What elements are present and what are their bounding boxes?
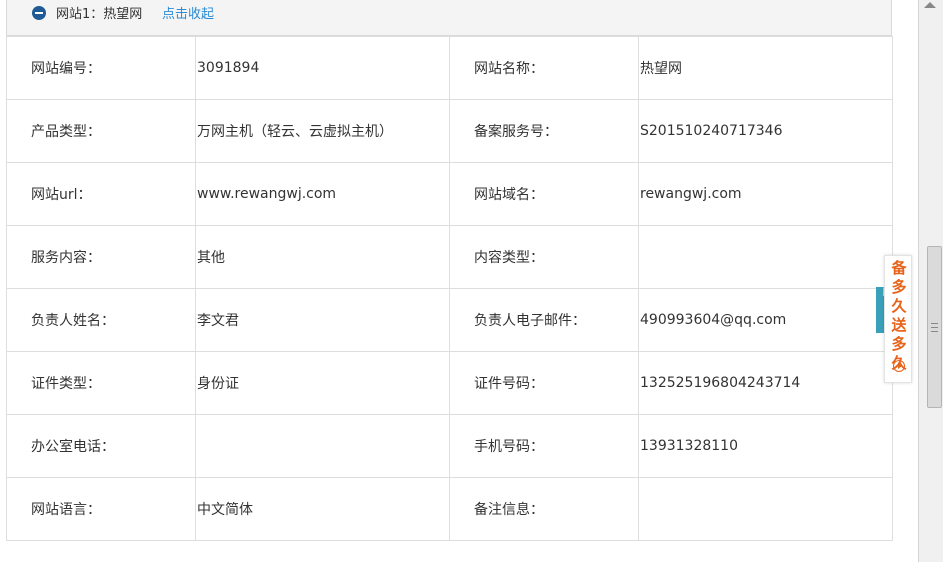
site-title: 网站1：热望网 bbox=[56, 7, 143, 22]
content-type-label: 内容类型： bbox=[449, 225, 639, 289]
site-url-value: www.rewangwj.com bbox=[195, 162, 450, 226]
product-type-label: 产品类型： bbox=[6, 99, 196, 163]
site-language-label: 网站语言： bbox=[6, 477, 196, 541]
owner-name-label: 负责人姓名： bbox=[6, 288, 196, 352]
id-number-value: 132525196804243714 bbox=[638, 351, 893, 415]
collapse-link[interactable]: 点击收起 bbox=[162, 3, 214, 22]
site-id-value: 3091894 bbox=[195, 36, 450, 100]
site-name-label: 网站名称： bbox=[449, 36, 639, 100]
scrollbar-thumb[interactable] bbox=[927, 246, 942, 408]
owner-email-label: 负责人电子邮件： bbox=[449, 288, 639, 352]
filing-service-number-label: 备案服务号： bbox=[449, 99, 639, 163]
table-row: 服务内容： 其他 内容类型： bbox=[6, 225, 893, 289]
collapse-icon[interactable] bbox=[32, 6, 46, 20]
site-url-label: 网站url： bbox=[6, 162, 196, 226]
service-content-label: 服务内容： bbox=[6, 225, 196, 289]
table-row: 负责人姓名： 李文君 负责人电子邮件： 490993604@qq.com bbox=[6, 288, 893, 352]
owner-email-value: 490993604@qq.com bbox=[638, 288, 893, 352]
site-domain-value: rewangwj.com bbox=[638, 162, 893, 226]
remarks-value bbox=[638, 477, 893, 541]
site-id-label: 网站编号： bbox=[6, 36, 196, 100]
id-type-value: 身份证 bbox=[195, 351, 450, 415]
remarks-label: 备注信息： bbox=[449, 477, 639, 541]
table-row: 网站语言： 中文简体 备注信息： bbox=[6, 477, 893, 541]
site-domain-label: 网站域名： bbox=[449, 162, 639, 226]
grip-icon bbox=[931, 323, 938, 332]
site-language-value: 中文简体 bbox=[195, 477, 450, 541]
table-row: 办公室电话： 手机号码： 13931328110 bbox=[6, 414, 893, 478]
table-row: 网站编号： 3091894 网站名称： 热望网 bbox=[6, 36, 893, 100]
mobile-number-value: 13931328110 bbox=[638, 414, 893, 478]
owner-name-value: 李文君 bbox=[195, 288, 450, 352]
id-type-label: 证件类型： bbox=[6, 351, 196, 415]
mobile-number-label: 手机号码： bbox=[449, 414, 639, 478]
promo-text: 备多久送多久 bbox=[891, 259, 907, 372]
service-content-value: 其他 bbox=[195, 225, 450, 289]
website-info-table: 网站编号： 3091894 网站名称： 热望网 产品类型： 万网主机（轻云、云虚… bbox=[6, 36, 893, 541]
website-section-header: 网站1：热望网 点击收起 bbox=[6, 0, 892, 36]
promo-float-banner[interactable]: 备多久送多久 bbox=[884, 255, 912, 383]
table-row: 产品类型： 万网主机（轻云、云虚拟主机） 备案服务号： S20151024071… bbox=[6, 99, 893, 163]
table-row: 网站url： www.rewangwj.com 网站域名： rewangwj.c… bbox=[6, 162, 893, 226]
content-type-value bbox=[638, 225, 893, 289]
product-type-value: 万网主机（轻云、云虚拟主机） bbox=[195, 99, 450, 163]
vertical-scrollbar[interactable] bbox=[918, 0, 943, 562]
id-number-label: 证件号码： bbox=[449, 351, 639, 415]
play-circle-icon[interactable] bbox=[893, 360, 905, 372]
filing-service-number-value: S201510240717346 bbox=[638, 99, 893, 163]
scroll-up-arrow-icon[interactable] bbox=[924, 2, 936, 8]
office-phone-value bbox=[195, 414, 450, 478]
table-row: 证件类型： 身份证 证件号码： 132525196804243714 bbox=[6, 351, 893, 415]
office-phone-label: 办公室电话： bbox=[6, 414, 196, 478]
site-name-value: 热望网 bbox=[638, 36, 893, 100]
